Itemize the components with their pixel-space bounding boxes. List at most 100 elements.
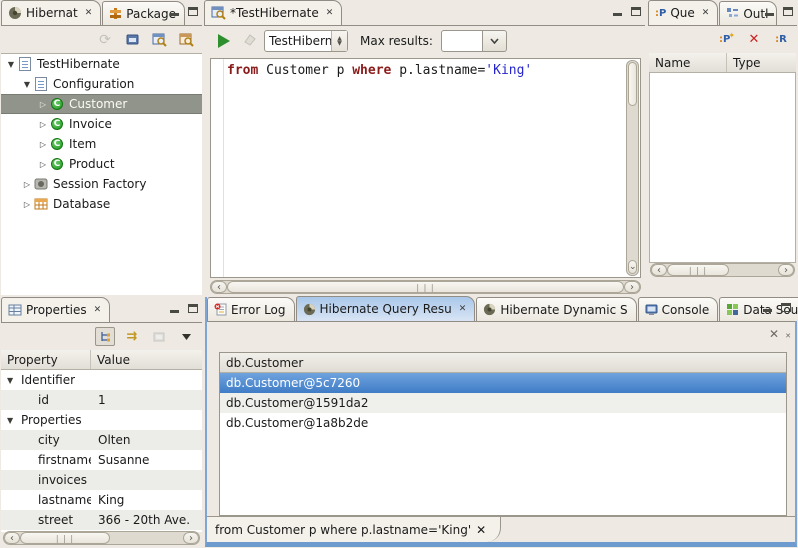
maximize-icon[interactable] bbox=[186, 5, 199, 17]
tree-item-database[interactable]: ▷ Database bbox=[1, 194, 202, 214]
restore-default-icon[interactable] bbox=[149, 327, 169, 346]
tree-item-product[interactable]: ▷ C Product bbox=[1, 154, 202, 174]
query-page-tab[interactable]: from Customer p where p.lastname='King' … bbox=[207, 517, 501, 542]
tab-query-parameters[interactable]: :P Que ✕ bbox=[648, 0, 718, 25]
close-icon[interactable]: ✕ bbox=[702, 9, 710, 18]
clear-editor-icon[interactable] bbox=[242, 34, 256, 49]
properties-horizontal-scrollbar[interactable]: ‹ | | | › bbox=[3, 531, 200, 545]
property-row-id[interactable]: id 1 bbox=[1, 390, 202, 410]
tree-item-invoice[interactable]: ▷ C Invoice bbox=[1, 114, 202, 134]
close-icon[interactable]: ✕ bbox=[459, 305, 467, 314]
tab-hibernate-dynamic-sql[interactable]: Hibernate Dynamic S bbox=[476, 297, 636, 321]
scroll-right-icon[interactable]: › bbox=[183, 532, 199, 544]
scrollbar-thumb[interactable]: | | | bbox=[20, 532, 110, 544]
maximize-icon[interactable] bbox=[779, 301, 792, 313]
show-categories-icon[interactable] bbox=[95, 327, 115, 346]
tree-item-customer[interactable]: ▷ C Customer bbox=[1, 94, 202, 114]
column-property[interactable]: Property bbox=[1, 350, 91, 369]
parameters-horizontal-scrollbar[interactable]: ‹ | | | › bbox=[650, 263, 795, 277]
maximize-icon[interactable] bbox=[186, 302, 199, 314]
view-menu-icon[interactable] bbox=[176, 327, 196, 346]
scroll-left-icon[interactable]: ‹ bbox=[4, 532, 20, 544]
expanded-arrow-icon[interactable]: ▼ bbox=[7, 376, 13, 385]
refresh-icon[interactable]: ⟳ bbox=[95, 30, 115, 49]
collapsed-arrow-icon[interactable]: ▷ bbox=[37, 140, 49, 149]
hql-code-area[interactable]: from Customer p where p.lastname='King' … bbox=[210, 58, 641, 278]
minimize-icon[interactable] bbox=[168, 302, 181, 314]
tab-properties[interactable]: Properties ✕ bbox=[1, 297, 110, 322]
editor-horizontal-scrollbar[interactable]: ‹ | | | › bbox=[210, 280, 641, 294]
close-icon[interactable]: ✕ bbox=[326, 9, 334, 18]
result-row[interactable]: db.Customer@1591da2 bbox=[220, 393, 786, 413]
close-query-page-icon[interactable]: ✕ bbox=[769, 327, 779, 341]
column-name[interactable]: Name bbox=[649, 53, 727, 72]
scroll-down-icon[interactable]: ⌄ bbox=[628, 260, 637, 274]
property-name: lastname bbox=[1, 493, 91, 507]
minimize-icon[interactable] bbox=[611, 5, 624, 17]
results-column-header[interactable]: db.Customer bbox=[220, 353, 786, 373]
maximize-icon[interactable] bbox=[781, 5, 794, 17]
result-row[interactable]: db.Customer@1a8b2de bbox=[220, 413, 786, 433]
minimize-icon[interactable] bbox=[168, 5, 181, 17]
tab-error-log[interactable]: Error Log bbox=[207, 297, 295, 321]
scroll-left-icon[interactable]: ‹ bbox=[651, 264, 667, 276]
maximize-icon[interactable] bbox=[629, 5, 642, 17]
collapsed-arrow-icon[interactable]: ▷ bbox=[37, 120, 49, 129]
new-parameter-icon[interactable]: :P✦ bbox=[717, 30, 737, 49]
toggle-parameters-icon[interactable]: :R bbox=[771, 30, 791, 49]
column-type[interactable]: Type bbox=[727, 53, 796, 72]
property-category-identifier[interactable]: ▼ Identifier bbox=[1, 370, 202, 390]
scrollbar-thumb[interactable]: | | | bbox=[667, 264, 729, 276]
expanded-arrow-icon[interactable]: ▼ bbox=[5, 60, 17, 69]
collapsed-arrow-icon[interactable]: ▷ bbox=[21, 180, 33, 189]
remove-parameter-icon[interactable]: ✕ bbox=[744, 30, 764, 49]
open-criteria-editor-icon[interactable] bbox=[176, 30, 196, 49]
tab-testhibernate-editor[interactable]: *TestHibernate ✕ bbox=[204, 0, 342, 25]
expanded-arrow-icon[interactable]: ▼ bbox=[7, 416, 13, 425]
tab-hibernate-configurations[interactable]: Hibernat ✕ bbox=[1, 0, 101, 25]
tree-item-session-factory[interactable]: ▷ Session Factory bbox=[1, 174, 202, 194]
property-row-street[interactable]: street 366 - 20th Ave. bbox=[1, 510, 202, 530]
tab-label: Error Log bbox=[231, 303, 286, 317]
tree-item-item[interactable]: ▷ C Item bbox=[1, 134, 202, 154]
console-configuration-combo[interactable]: TestHiberna ▲▼ bbox=[264, 30, 348, 52]
scrollbar-thumb[interactable] bbox=[628, 62, 637, 106]
scrollbar-thumb[interactable]: | | | bbox=[227, 281, 624, 293]
property-row-firstname[interactable]: firstname Susanne bbox=[1, 450, 202, 470]
collapsed-arrow-icon[interactable]: ▷ bbox=[37, 160, 49, 169]
tab-hibernate-query-results[interactable]: Hibernate Query Resu ✕ bbox=[296, 296, 476, 321]
property-name: street bbox=[1, 513, 91, 527]
dropdown-arrow-icon[interactable] bbox=[483, 30, 507, 52]
open-hql-editor-icon[interactable] bbox=[149, 30, 169, 49]
scroll-left-icon[interactable]: ‹ bbox=[211, 281, 227, 293]
property-value: Susanne bbox=[91, 453, 149, 467]
query-entity: Customer p bbox=[258, 63, 352, 78]
minimize-icon[interactable] bbox=[763, 5, 776, 17]
tree-item-testhibernate[interactable]: ▼ TestHibernate bbox=[1, 54, 202, 74]
tree-item-configuration[interactable]: ▼ Configuration bbox=[1, 74, 202, 94]
scroll-right-icon[interactable]: › bbox=[778, 264, 794, 276]
spinner-icon[interactable]: ▲▼ bbox=[331, 31, 347, 51]
minimize-icon[interactable] bbox=[761, 301, 774, 313]
run-hql-icon[interactable] bbox=[218, 34, 230, 48]
expanded-arrow-icon[interactable]: ▼ bbox=[21, 80, 33, 89]
close-icon[interactable]: ✕ bbox=[85, 9, 93, 18]
tab-label: from Customer p where p.lastname='King' bbox=[215, 523, 471, 537]
property-category-properties[interactable]: ▼ Properties bbox=[1, 410, 202, 430]
property-row-lastname[interactable]: lastname King bbox=[1, 490, 202, 510]
parameters-table-body[interactable] bbox=[649, 73, 796, 263]
column-value[interactable]: Value bbox=[91, 350, 202, 369]
close-icon[interactable]: ✕ bbox=[476, 523, 486, 537]
property-row-city[interactable]: city Olten bbox=[1, 430, 202, 450]
collapsed-arrow-icon[interactable]: ▷ bbox=[37, 100, 49, 109]
property-row-invoices[interactable]: invoices bbox=[1, 470, 202, 490]
scroll-right-icon[interactable]: › bbox=[624, 281, 640, 293]
max-results-input[interactable] bbox=[441, 30, 483, 52]
add-configuration-icon[interactable] bbox=[122, 30, 142, 49]
show-advanced-properties-icon[interactable]: ⇉ bbox=[122, 327, 142, 346]
tab-console[interactable]: Console bbox=[638, 297, 719, 321]
close-icon[interactable]: ✕ bbox=[94, 306, 102, 315]
editor-vertical-scrollbar[interactable]: ⌄ bbox=[626, 60, 639, 276]
collapsed-arrow-icon[interactable]: ▷ bbox=[21, 200, 33, 209]
result-row[interactable]: db.Customer@5c7260 bbox=[220, 373, 786, 393]
